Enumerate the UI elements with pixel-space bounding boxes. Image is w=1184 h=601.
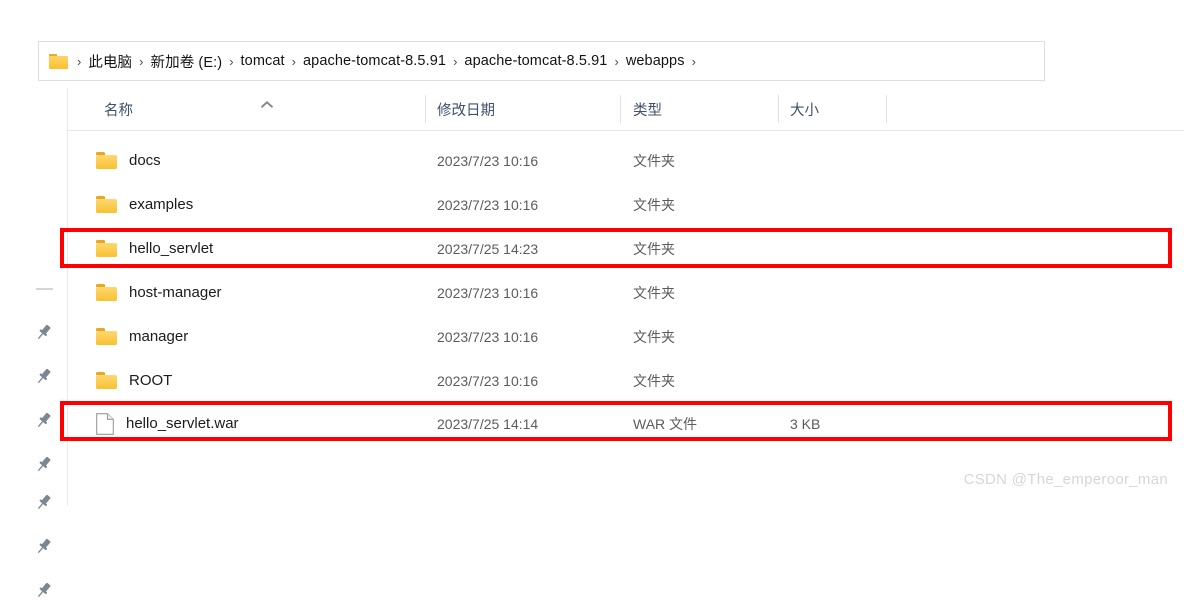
breadcrumb-separator: › <box>139 53 144 69</box>
folder-icon <box>96 372 117 389</box>
file-date-cell: 2023/7/23 10:16 <box>437 152 539 169</box>
table-row[interactable]: hello_servlet.war 2023/7/25 14:14 WAR 文件… <box>68 402 1184 445</box>
pin-icon[interactable] <box>33 410 54 431</box>
folder-icon <box>49 53 68 69</box>
table-row[interactable]: hello_servlet 2023/7/25 14:23 文件夹 <box>68 227 1184 270</box>
folder-icon <box>96 196 117 213</box>
breadcrumb-item-webapps[interactable]: webapps <box>626 53 685 69</box>
column-divider[interactable] <box>425 95 426 123</box>
file-type-cell: 文件夹 <box>633 284 675 301</box>
pin-icon[interactable] <box>33 536 54 557</box>
navigation-pane[interactable] <box>0 88 68 598</box>
column-header-type[interactable]: 类型 <box>633 88 662 130</box>
file-name-cell[interactable]: docs <box>96 152 161 169</box>
file-list-panel: 名称 修改日期 类型 大小 docs 2023/7/23 10:16 文件夹 e… <box>68 88 1184 506</box>
pin-icon[interactable] <box>33 322 54 343</box>
file-name-cell[interactable]: examples <box>96 196 193 213</box>
file-name-label: hello_servlet.war <box>126 415 239 432</box>
rail-divider-dash <box>36 288 53 290</box>
pin-icon[interactable] <box>33 492 54 513</box>
table-row[interactable]: host-manager 2023/7/23 10:16 文件夹 <box>68 271 1184 314</box>
file-type-cell: 文件夹 <box>633 240 675 257</box>
file-date-cell: 2023/7/23 10:16 <box>437 196 539 213</box>
folder-icon <box>96 240 117 257</box>
file-name-cell[interactable]: ROOT <box>96 372 172 389</box>
file-name-label: host-manager <box>129 284 222 301</box>
file-name-label: ROOT <box>129 372 173 389</box>
file-name-cell[interactable]: manager <box>96 328 188 345</box>
table-row[interactable]: ROOT 2023/7/23 10:16 文件夹 <box>68 359 1184 402</box>
breadcrumb-item-this-pc[interactable]: 此电脑 <box>88 51 132 72</box>
breadcrumb-separator: › <box>291 53 296 69</box>
file-date-cell: 2023/7/25 14:14 <box>437 415 539 432</box>
breadcrumb-item-apache-tomcat-outer[interactable]: apache-tomcat-8.5.91 <box>303 53 446 69</box>
file-name-label: hello_servlet <box>129 240 214 257</box>
breadcrumb-item-apache-tomcat-inner[interactable]: apache-tomcat-8.5.91 <box>464 53 607 69</box>
folder-icon <box>96 152 117 169</box>
column-header-name[interactable]: 名称 <box>104 88 133 130</box>
breadcrumb-separator: › <box>453 53 458 69</box>
file-type-cell: 文件夹 <box>633 372 675 389</box>
breadcrumb-separator: › <box>614 53 619 69</box>
address-bar[interactable]: › 此电脑 › 新加卷 (E:) › tomcat › apache-tomca… <box>38 41 1045 81</box>
column-header-row: 名称 修改日期 类型 大小 <box>68 88 1184 131</box>
file-name-cell[interactable]: host-manager <box>96 284 222 301</box>
file-name-label: manager <box>129 328 189 345</box>
file-name-cell[interactable]: hello_servlet <box>96 240 213 257</box>
table-row[interactable]: examples 2023/7/23 10:16 文件夹 <box>68 183 1184 226</box>
table-row[interactable]: docs 2023/7/23 10:16 文件夹 <box>68 139 1184 182</box>
breadcrumb-separator[interactable]: › <box>685 55 703 68</box>
file-name-cell[interactable]: hello_servlet.war <box>96 412 239 435</box>
column-divider[interactable] <box>620 95 621 123</box>
folder-icon <box>96 284 117 301</box>
file-size-cell: 3 KB <box>790 415 821 432</box>
ascending-sort-chevron-icon <box>260 96 274 108</box>
file-type-cell: 文件夹 <box>633 196 675 213</box>
column-divider[interactable] <box>778 95 779 123</box>
file-date-cell: 2023/7/25 14:23 <box>437 240 539 257</box>
file-date-cell: 2023/7/23 10:16 <box>437 284 539 301</box>
column-header-date-modified[interactable]: 修改日期 <box>437 88 495 130</box>
breadcrumb-separator: › <box>77 53 82 69</box>
file-date-cell: 2023/7/23 10:16 <box>437 372 539 389</box>
file-name-label: docs <box>129 152 161 169</box>
csdn-watermark: CSDN @The_emperoor_man <box>963 471 1168 488</box>
file-date-cell: 2023/7/23 10:16 <box>437 328 539 345</box>
pin-icon[interactable] <box>33 454 54 475</box>
document-icon <box>96 412 114 435</box>
file-name-label: examples <box>129 196 194 213</box>
column-header-size[interactable]: 大小 <box>790 88 819 130</box>
column-divider[interactable] <box>886 95 887 123</box>
pin-icon[interactable] <box>33 366 54 387</box>
table-row[interactable]: manager 2023/7/23 10:16 文件夹 <box>68 315 1184 358</box>
breadcrumb-separator: › <box>229 53 234 69</box>
breadcrumb-item-volume-e[interactable]: 新加卷 (E:) <box>151 51 223 72</box>
file-type-cell: WAR 文件 <box>633 415 698 432</box>
folder-icon <box>96 328 117 345</box>
breadcrumb-item-tomcat[interactable]: tomcat <box>241 53 285 69</box>
pin-icon[interactable] <box>33 580 54 601</box>
file-type-cell: 文件夹 <box>633 152 675 169</box>
file-type-cell: 文件夹 <box>633 328 675 345</box>
